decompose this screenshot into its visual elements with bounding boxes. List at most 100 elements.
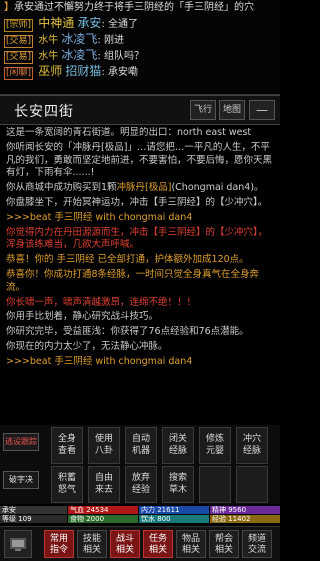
chat-line-5[interactable]: [闲聊] 巫师 招财猫: 承安嘞 [0,64,280,80]
chat-line-4[interactable]: [交易] 水牛 冰凌飞: 组队吗？ [0,48,280,64]
log-command-echo: >>>beat 手三阴经 with chongmai dan4 [6,211,193,223]
nav-combat[interactable]: 战斗 相关 [110,530,140,558]
nav-common-commands[interactable]: 常用 指令 [44,530,74,558]
log-roar: 你长啸一声，啸声清越激昂，连绵不绝！！！ [6,296,197,308]
exp-bar: 经验 11402 [210,515,280,523]
level-bar: 等级 109 [0,515,67,523]
action-label: 怒气 [57,485,76,495]
action-label: 自由 [94,473,113,483]
action-break-acupoint[interactable]: 冲穴 经脉 [236,427,268,464]
nav-label: 物品 [181,534,200,544]
water-bar: 饮水 800 [139,515,209,523]
log-purchase-id: (Chongmai dan4)。 [171,182,264,194]
log-study-result: 你研究完毕，受益匪浅：你获得了76点经验和76点潜能。 [6,326,249,338]
action-empty-slot[interactable] [236,466,268,503]
action-label: 查看 [57,446,76,456]
log-meditate: 你盘膝坐下，开始冥神运功，冲击【手三阴经】的【少冲穴】。 [6,196,268,208]
nav-items[interactable]: 物品 相关 [176,530,206,558]
channel-tag-trade: [交易] [4,51,34,64]
action-label: 经验 [131,485,150,495]
nav-label: 交流 [247,545,266,555]
action-label: 搜索 [168,473,187,483]
escape-tracking-button[interactable]: 逃设跟踪 [3,433,39,451]
log-purchase: 你从商城中成功购买到1颗冲脉丹[极品](Chongmai dan4)。 [6,182,276,195]
action-label: 经脉 [168,446,187,456]
nav-label: 常用 [49,534,68,544]
location-title: 长安四街 [14,104,74,120]
action-store-rage[interactable]: 积蓄 怒气 [51,466,83,503]
log-purchase-text: 你从商城中成功购买到1颗 [6,182,117,194]
channel-tag-trade: [交易] [4,35,34,48]
nav-label: 频道 [247,534,266,544]
nav-label: 相关 [115,545,134,555]
action-view-body[interactable]: 全身 查看 [51,427,83,464]
game-log[interactable]: 这是一条宽阔的青石街道。明显的出口：north east west 你听闻长安的… [6,127,276,423]
log-broadcast: 你听闻长安的「冲脉丹[极品]」…请您把…一平凡的人生，不平凡的我们，勇敢而坚定地… [6,141,273,179]
nav-label: 相关 [148,545,167,555]
log-command-echo-2: >>>beat 手三阴经 with chongmai dan4 [6,355,193,367]
nav-channels[interactable]: 频道 交流 [242,530,272,558]
nav-tasks[interactable]: 任务 相关 [143,530,173,558]
menu-button[interactable]: — [249,100,275,120]
channel-tag-sect: [宗师] [4,19,34,32]
location-bar: 长安四街 飞行 地图 — [0,95,280,125]
action-use-bagua[interactable]: 使用 八卦 [88,427,120,464]
rank-title: 水牛 [38,35,59,46]
chat-message: : 全通了 [101,19,138,30]
chat-line-1: 】承安通过不懈努力终于将手三阴经的「手三阴经」的穴 [0,0,280,16]
rank-title: 水牛 [38,51,59,62]
nav-label: 指令 [49,545,68,555]
chat-message: : 组队吗？ [97,51,144,62]
log-room-desc: 这是一条宽阔的青石街道。明显的出口：north east west [6,127,252,138]
chat-panel: 】承安通过不懈努力终于将手三阴经的「手三阴经」的穴 [宗师] 中神通 承安: 全… [0,0,280,95]
action-label: 草木 [168,485,187,495]
char-name: 承安 [0,506,67,514]
action-auto-robot[interactable]: 自动 机器 [125,427,157,464]
nav-label: 任务 [148,534,167,544]
player-name[interactable]: 招财猫 [65,64,101,78]
channel-tag-chat: [闲聊] [4,67,34,80]
avatar-icon [10,538,26,551]
player-name[interactable]: 冰凌飞 [61,48,97,62]
action-label: 冲穴 [242,434,261,444]
action-label: 积蓄 [57,473,76,483]
chat-line-3[interactable]: [交易] 水牛 冰凌飞: 刚进 [0,32,280,48]
player-name[interactable]: 冰凌飞 [61,32,97,46]
action-free-move[interactable]: 自由 来去 [88,466,120,503]
log-congrats-meridian: 恭喜！你的 手三阴经 已全部打通，护体额外加成120点。 [6,254,249,266]
player-name[interactable]: 承安 [77,16,101,30]
nav-guild[interactable]: 帮会 相关 [209,530,239,558]
nav-label: 技能 [82,534,101,544]
log-congrats-eight: 恭喜你！你成功打通8条经脉，一时间只觉全身真气在全身奔流。 [6,268,260,293]
action-label: 修炼 [205,434,224,444]
chat-line-2[interactable]: [宗师] 中神通 承安: 全通了 [0,16,280,32]
nav-label: 战斗 [115,534,134,544]
action-label: 放弃 [131,473,150,483]
log-qi-flow: 你觉得内力在丹田源源而生，冲击【手三阴经】的【少冲穴】，浑身该练难当，几欲大声呼… [6,226,268,251]
action-cultivate-yuanying[interactable]: 修炼 元婴 [199,427,231,464]
action-label: 经脉 [242,446,261,456]
status-bar: 承安 气血 24534 内力 21611 精神 9560 等级 109 食物 2… [0,506,280,524]
avatar-button[interactable] [4,530,32,558]
nav-label: 相关 [214,545,233,555]
nav-skills[interactable]: 技能 相关 [77,530,107,558]
action-seclude-meridian[interactable]: 闭关 经脉 [162,427,194,464]
bottom-nav: 常用 指令 技能 相关 战斗 相关 任务 相关 物品 相关 帮会 相关 频道 交流 [0,526,280,561]
log-study: 你用手比划着，静心研究战斗技巧。 [6,311,159,323]
break-skill-button[interactable]: 破字决 [3,471,39,489]
log-low-neili: 你现在的内力太少了，无法静心冲脉。 [6,340,168,352]
action-label: 闭关 [168,434,187,444]
rank-title: 巫师 [38,64,63,78]
action-empty-slot[interactable] [199,466,231,503]
action-search-plants[interactable]: 搜索 草木 [162,466,194,503]
action-label: 来去 [94,485,113,495]
food-bar: 食物 2000 [68,515,138,523]
chat-message: : 刚进 [97,35,124,46]
rank-title: 中神通 [38,16,75,30]
fly-button[interactable]: 飞行 [190,100,216,120]
action-abandon-exp[interactable]: 放弃 经验 [125,466,157,503]
spirit-bar: 精神 9560 [210,506,280,514]
map-button[interactable]: 地图 [219,100,245,120]
action-label: 八卦 [94,446,113,456]
item-name[interactable]: 冲脉丹[极品] [117,182,172,193]
